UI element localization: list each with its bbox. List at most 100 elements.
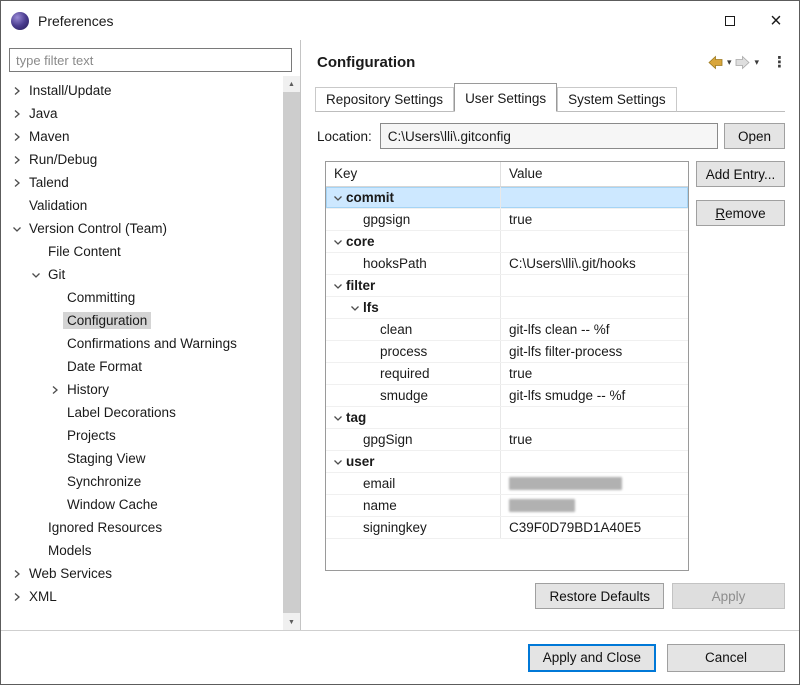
back-dropdown-icon[interactable]: ▾ — [727, 57, 732, 68]
tab-repository-settings[interactable]: Repository Settings — [315, 87, 454, 112]
config-row-gpgsign[interactable]: gpgsigntrue — [326, 209, 688, 231]
entry-actions: Add Entry... Remove — [696, 161, 785, 226]
back-icon[interactable] — [707, 54, 724, 71]
tree-item-java[interactable]: Java — [1, 102, 300, 125]
config-key: smudge — [380, 388, 428, 403]
scroll-down-icon[interactable]: ▼ — [283, 614, 300, 630]
chevron-spacer — [364, 344, 380, 360]
tree-item-models[interactable]: Models — [1, 539, 300, 562]
forward-icon[interactable] — [734, 54, 751, 71]
config-row-email[interactable]: email — [326, 473, 688, 495]
maximize-button[interactable] — [707, 1, 753, 40]
config-row-name[interactable]: name — [326, 495, 688, 517]
chevron-right-icon[interactable] — [9, 175, 25, 191]
tree-item-run-debug[interactable]: Run/Debug — [1, 148, 300, 171]
scrollbar-thumb[interactable] — [283, 92, 300, 613]
chevron-right-icon[interactable] — [47, 382, 63, 398]
column-header-value[interactable]: Value — [501, 162, 688, 186]
config-row-commit[interactable]: commit — [326, 187, 688, 209]
preferences-tree: Install/UpdateJava Maven Run/DebugTalendVa… — [1, 76, 300, 630]
panel-buttons: Restore Defaults Apply — [301, 583, 785, 609]
open-button[interactable]: Open — [724, 123, 785, 149]
filter-input[interactable] — [9, 48, 292, 72]
column-header-key[interactable]: Key — [326, 162, 501, 186]
chevron-down-icon[interactable] — [28, 267, 44, 283]
tree-item-file-content[interactable]: File Content — [1, 240, 300, 263]
tree-item-install-update[interactable]: Install/Update — [1, 79, 300, 102]
tab-user-settings[interactable]: User Settings — [454, 83, 557, 112]
chevron-right-icon[interactable] — [9, 566, 25, 582]
chevron-spacer — [347, 212, 363, 228]
config-row-core[interactable]: core — [326, 231, 688, 253]
tree-item-web-services[interactable]: Web Services — [1, 562, 300, 585]
chevron-spacer — [47, 428, 63, 444]
tree-item-synchronize[interactable]: Synchronize — [1, 470, 300, 493]
config-row-lfs[interactable]: lfs — [326, 297, 688, 319]
config-row-tag[interactable]: tag — [326, 407, 688, 429]
config-row-smudge[interactable]: smudgegit-lfs smudge -- %f — [326, 385, 688, 407]
tree-item-git[interactable]: Git — [1, 263, 300, 286]
add-entry-button[interactable]: Add Entry... — [696, 161, 785, 187]
chevron-down-icon[interactable] — [330, 454, 346, 470]
tree-item-ignored-resources[interactable]: Ignored Resources — [1, 516, 300, 539]
tree-item-history[interactable]: History — [1, 378, 300, 401]
tree-item-date-format[interactable]: Date Format — [1, 355, 300, 378]
config-key: hooksPath — [363, 256, 427, 271]
tree-item-label: Models — [44, 542, 96, 559]
sidebar-scrollbar[interactable]: ▲▼ — [283, 76, 300, 630]
chevron-down-icon[interactable] — [9, 221, 25, 237]
chevron-right-icon[interactable] — [9, 106, 25, 122]
chevron-down-icon[interactable] — [347, 300, 363, 316]
chevron-right-icon[interactable] — [9, 129, 25, 145]
config-row-process[interactable]: processgit-lfs filter-process — [326, 341, 688, 363]
tree-item-staging-view[interactable]: Staging View — [1, 447, 300, 470]
config-value: true — [509, 212, 532, 227]
tree-item-projects[interactable]: Projects — [1, 424, 300, 447]
chevron-right-icon[interactable] — [9, 589, 25, 605]
config-row-user[interactable]: user — [326, 451, 688, 473]
config-row-hookspath[interactable]: hooksPath C:\Users\lli\.git/hooks — [326, 253, 688, 275]
chevron-down-icon[interactable] — [330, 278, 346, 294]
tree-item-window-cache[interactable]: Window Cache — [1, 493, 300, 516]
cancel-button[interactable]: Cancel — [667, 644, 785, 672]
chevron-right-icon[interactable] — [9, 83, 25, 99]
tree-item-maven[interactable]: Maven — [1, 125, 300, 148]
restore-defaults-button[interactable]: Restore Defaults — [535, 583, 664, 609]
chevron-down-icon[interactable] — [330, 410, 346, 426]
config-row-gpgsign[interactable]: gpgSigntrue — [326, 429, 688, 451]
config-key: name — [363, 498, 397, 513]
tree-item-label: Maven — [25, 128, 74, 145]
chevron-right-icon[interactable] — [9, 152, 25, 168]
chevron-spacer — [47, 290, 63, 306]
config-row-clean[interactable]: cleangit-lfs clean -- %f — [326, 319, 688, 341]
remove-button[interactable]: Remove — [696, 200, 785, 226]
tree-item-talend[interactable]: Talend — [1, 171, 300, 194]
chevron-down-icon[interactable] — [330, 234, 346, 250]
tab-system-settings[interactable]: System Settings — [557, 87, 677, 112]
view-menu-icon[interactable]: ⋮ — [772, 53, 787, 71]
config-row-filter[interactable]: filter — [326, 275, 688, 297]
tree-item-configuration[interactable]: Configuration — [1, 309, 300, 332]
scroll-up-icon[interactable]: ▲ — [283, 76, 300, 92]
tree-item-xml[interactable]: XML — [1, 585, 300, 608]
apply-and-close-button[interactable]: Apply and Close — [528, 644, 656, 672]
location-input[interactable] — [380, 123, 718, 149]
config-row-required[interactable]: requiredtrue — [326, 363, 688, 385]
tree-item-validation[interactable]: Validation — [1, 194, 300, 217]
chevron-spacer — [47, 474, 63, 490]
tree-item-committing[interactable]: Committing — [1, 286, 300, 309]
tree-item-label: Configuration — [63, 312, 151, 329]
tree-item-label: Git — [44, 266, 69, 283]
config-row-signingkey[interactable]: signingkeyC39F0D79BD1A40E5 — [326, 517, 688, 539]
config-key: clean — [380, 322, 412, 337]
tree-item-label: Staging View — [63, 450, 150, 467]
close-button[interactable]: × — [753, 1, 799, 40]
tree-item-label-decorations[interactable]: Label Decorations — [1, 401, 300, 424]
tree-item-confirmations-and-warnings[interactable]: Confirmations and Warnings — [1, 332, 300, 355]
forward-dropdown-icon[interactable]: ▾ — [754, 57, 759, 68]
config-value: C:\Users\lli\.git/hooks — [509, 256, 636, 271]
title-bar: Preferences × — [1, 1, 799, 40]
apply-button[interactable]: Apply — [672, 583, 785, 609]
chevron-down-icon[interactable] — [330, 190, 346, 206]
tree-item-version-control-team[interactable]: Version Control (Team) — [1, 217, 300, 240]
